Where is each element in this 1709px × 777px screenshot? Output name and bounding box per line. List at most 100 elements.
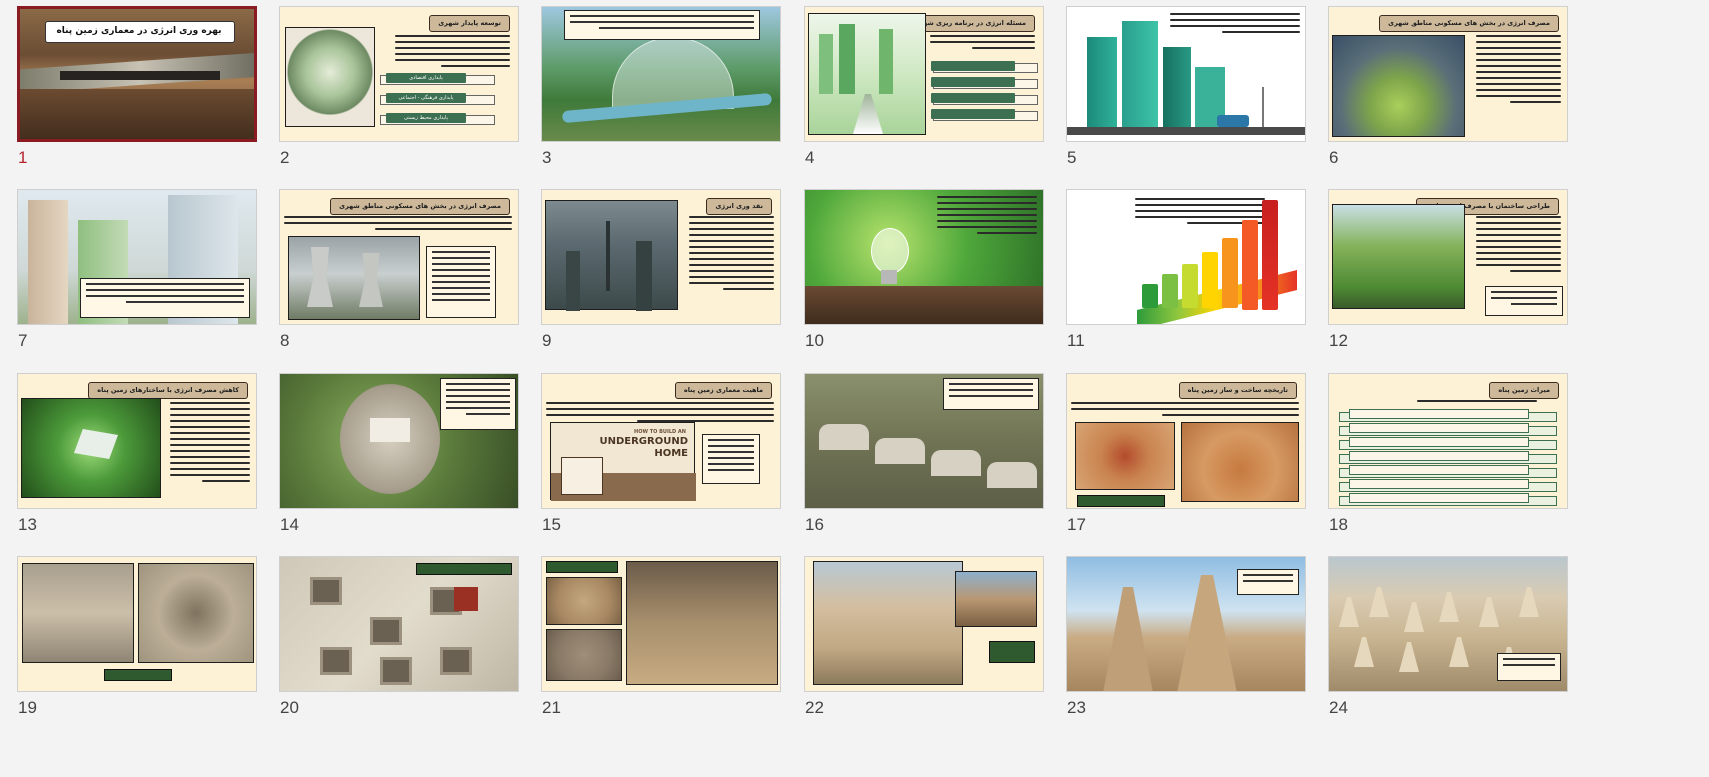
text-lines	[937, 196, 1037, 238]
slide-number: 2	[280, 148, 290, 167]
slide-cell[interactable]: 24	[1328, 556, 1568, 726]
slide-cell[interactable]: میراث زمین پناه 18	[1328, 373, 1568, 543]
slide-title: مصرف انرژی در بخش های مسکونی مناطق شهری	[330, 198, 510, 215]
smog-skyline-photo	[545, 200, 678, 311]
text-lines	[1476, 216, 1561, 276]
slide-cell[interactable]: 5	[1066, 6, 1306, 176]
slide-cell[interactable]: 22	[804, 556, 1044, 726]
yaodong-photo-1	[546, 577, 622, 625]
slide-thumbnail-22[interactable]	[804, 556, 1044, 692]
text-lines	[284, 216, 512, 234]
slide-thumbnail-21[interactable]	[541, 556, 781, 692]
slide-title: کاهش مصرف انرژی با ساختارهای زمین پناه	[88, 382, 248, 399]
slide-title: تاریخچه ساخت و ساز زمین پناه	[1178, 382, 1297, 399]
slide-thumbnail-11[interactable]	[1066, 189, 1306, 325]
slide-cell[interactable]: 20	[279, 556, 519, 726]
slide-number: 15	[542, 515, 561, 534]
slide-cell[interactable]: مصرف انرژی در بخش های مسکونی مناطق شهری …	[279, 189, 519, 359]
graphic-text: UNDERGROUND	[599, 436, 688, 447]
text-lines	[689, 216, 774, 294]
slide-thumbnail-23[interactable]	[1066, 556, 1306, 692]
slide-thumbnail-7[interactable]	[17, 189, 257, 325]
slide-cell[interactable]: 3	[541, 6, 781, 176]
slide-cell[interactable]: تاریخچه ساخت و ساز زمین پناه 17	[1066, 373, 1306, 543]
slide-thumbnail-9[interactable]: نقد وری انرژی	[541, 189, 781, 325]
slide-number: 12	[1329, 331, 1348, 350]
text-lines	[1170, 13, 1300, 37]
text-box	[426, 246, 496, 318]
slide-thumbnail-8[interactable]: مصرف انرژی در بخش های مسکونی مناطق شهری	[279, 189, 519, 325]
hobbit-house-photo	[1332, 204, 1465, 309]
image-caption	[1077, 495, 1165, 507]
image-caption	[416, 563, 512, 575]
text-lines	[395, 35, 510, 71]
slide-thumbnail-12[interactable]: طراحی ساختمان با مصرف انرژی پایین	[1328, 189, 1568, 325]
slide-cell[interactable]: طراحی ساختمان با مصرف انرژی پایین 12	[1328, 189, 1568, 359]
slide-thumbnail-17[interactable]: تاریخچه ساخت و ساز زمین پناه	[1066, 373, 1306, 509]
slide-thumbnail-1[interactable]: بهره وری انرژی در معماری زمین پناه	[17, 6, 257, 142]
slide-thumbnail-2[interactable]: توسعه پایدار شهری پایداری اقتصادی پایدار…	[279, 6, 519, 142]
kandovan-photo	[955, 571, 1037, 627]
slide-cell[interactable]: 16	[804, 373, 1044, 543]
slide-number: 9	[542, 331, 552, 350]
slide-number: 4	[805, 148, 815, 167]
slide-cell[interactable]: کاهش مصرف انرژی با ساختارهای زمین پناه 1…	[17, 373, 257, 543]
slide-thumbnail-15[interactable]: ماهیت معماری زمین پناه HOW TO BUILD AN U…	[541, 373, 781, 509]
slide-number: 21	[542, 698, 561, 717]
slide-cell[interactable]: 19	[17, 556, 257, 726]
pillar-environment: پایداری محیط زیستی	[386, 113, 466, 123]
text-box	[564, 10, 760, 40]
slide-number: 7	[18, 331, 28, 350]
slide-cell[interactable]: مصرف انرژی در بخش های مسکونی مناطق شهری …	[1328, 6, 1568, 176]
slide-number: 11	[1067, 331, 1085, 350]
graphic-text: HOME	[654, 448, 688, 459]
slide-thumbnail-24[interactable]	[1328, 556, 1568, 692]
slide-thumbnail-5[interactable]	[1066, 6, 1306, 142]
slide-cell[interactable]: 7	[17, 189, 257, 359]
slide-thumbnail-10[interactable]	[804, 189, 1044, 325]
text-box	[1485, 286, 1563, 316]
slide-number: 1	[18, 148, 28, 167]
slide-cell[interactable]: 11	[1066, 189, 1306, 359]
slide-cell[interactable]: 10	[804, 189, 1044, 359]
slide-title: نقد وری انرژی	[706, 198, 772, 215]
slide-number: 22	[805, 698, 824, 717]
text-lines	[170, 402, 250, 486]
slide-thumbnail-3[interactable]	[541, 6, 781, 142]
slide-thumbnail-20[interactable]	[279, 556, 519, 692]
slide-cell[interactable]: توسعه پایدار شهری پایداری اقتصادی پایدار…	[279, 6, 519, 176]
slide-cell[interactable]: بهره وری انرژی در معماری زمین پناه 1	[17, 6, 257, 176]
slide-cell[interactable]: ماهیت معماری زمین پناه HOW TO BUILD AN U…	[541, 373, 781, 543]
slide-thumbnail-14[interactable]	[279, 373, 519, 509]
text-lines	[1476, 35, 1561, 107]
slide-cell[interactable]: نقد وری انرژی 9	[541, 189, 781, 359]
graphic-text: HOW TO BUILD AN	[634, 429, 686, 435]
slide-cell[interactable]: 14	[279, 373, 519, 543]
text-box	[702, 434, 760, 484]
text-box	[1497, 653, 1561, 681]
slide-title: بهره وری انرژی در معماری زمین پناه	[56, 26, 222, 36]
underground-home-aerial-photo	[21, 398, 161, 498]
slide-thumbnail-16[interactable]	[804, 373, 1044, 509]
slide-number: 17	[1067, 515, 1086, 534]
text-box	[80, 278, 250, 318]
slide-title: ماهیت معماری زمین پناه	[674, 382, 772, 399]
matmata-photo	[1075, 422, 1175, 490]
slide-number: 6	[1329, 148, 1339, 167]
slide-number: 20	[280, 698, 299, 717]
slide-cell[interactable]: 23	[1066, 556, 1306, 726]
sunken-courtyard-photo	[138, 563, 254, 663]
text-box	[943, 378, 1039, 410]
image-caption	[104, 669, 172, 681]
slide-thumbnail-13[interactable]: کاهش مصرف انرژی با ساختارهای زمین پناه	[17, 373, 257, 509]
text-lines	[930, 35, 1035, 53]
slide-cell[interactable]: مسئله انرژی در برنامه ریزی شهری 4	[804, 6, 1044, 176]
slide-thumbnail-19[interactable]	[17, 556, 257, 692]
slide-thumbnail-6[interactable]: مصرف انرژی در بخش های مسکونی مناطق شهری	[1328, 6, 1568, 142]
slide-thumbnail-4[interactable]: مسئله انرژی در برنامه ریزی شهری	[804, 6, 1044, 142]
slide-thumbnail-18[interactable]: میراث زمین پناه	[1328, 373, 1568, 509]
slide-cell[interactable]: 21	[541, 556, 781, 726]
image-caption	[546, 561, 618, 573]
slide-title: مصرف انرژی در بخش های مسکونی مناطق شهری	[1379, 15, 1559, 32]
yaodong-courtyard-photo	[626, 561, 778, 685]
